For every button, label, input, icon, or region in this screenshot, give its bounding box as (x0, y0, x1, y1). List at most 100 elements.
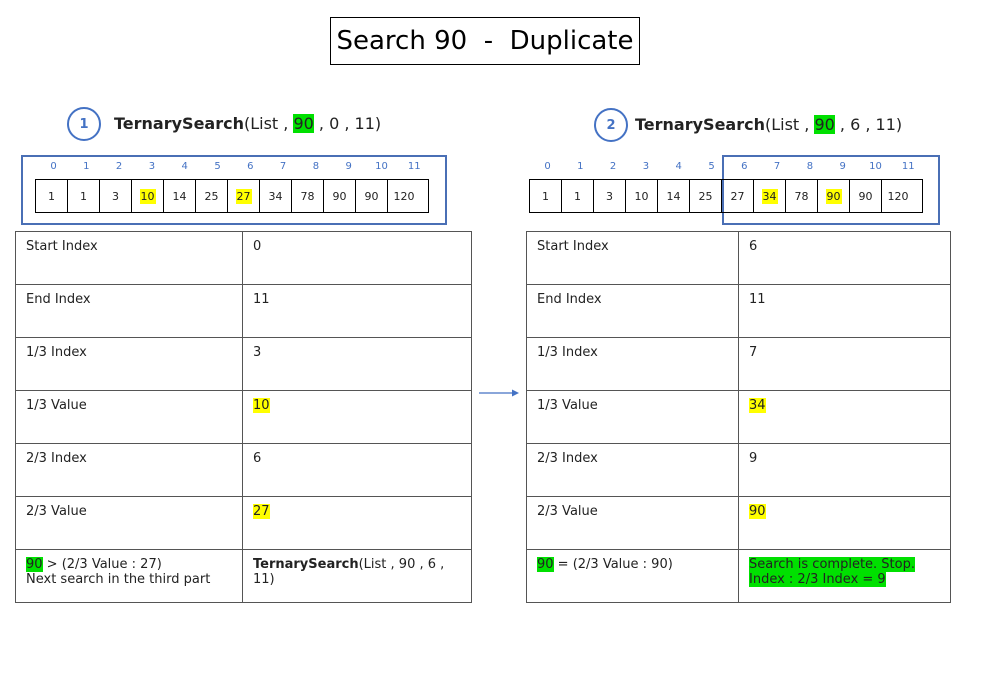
condition-target: 90 (26, 557, 43, 572)
row-label: 2/3 Value (15, 496, 243, 550)
array-cell: 34 (260, 180, 292, 212)
array-cell: 90 (818, 180, 850, 212)
array-cell: 27 (228, 180, 260, 212)
condition-target: 90 (537, 557, 554, 572)
array-index-label: 3 (642, 161, 650, 172)
step-2-table: Start Index 6 End Index 11 1/3 Index 7 1/3 Val… (526, 231, 951, 603)
row-label: End Index (15, 284, 243, 338)
step-1-table: Start Index 0 End Index 11 1/3 Index 3 1/3 Val… (15, 231, 472, 603)
array-cell-value: 78 (300, 189, 315, 203)
array-cell-value: 25 (698, 189, 713, 203)
array-index-label: 9 (345, 161, 352, 172)
array-index-label: 0 (50, 161, 57, 172)
row-label: 2/3 Index (526, 443, 739, 497)
array-cell-value: 14 (666, 189, 681, 203)
call-function-name: TernarySearch (114, 114, 244, 133)
array-cell: 3 (594, 180, 626, 212)
step-2-call: TernarySearch(List , 90 , 6 , 11) (635, 115, 902, 134)
array-cell-value: 1 (542, 189, 549, 203)
array-index-label: 11 (901, 161, 915, 172)
array-cell-value: 25 (204, 189, 219, 203)
array-index-label: 2 (115, 161, 123, 172)
row-value: 3 (253, 345, 262, 360)
table-row: 2/3 Index 6 (15, 443, 472, 497)
row-value-cell: 6 (242, 443, 472, 497)
result-line-2: Index : 2/3 Index = 9 (749, 572, 886, 587)
array-cell: 34 (754, 180, 786, 212)
table-row: 1/3 Value 34 (526, 390, 951, 444)
array-index-label: 8 (806, 161, 814, 172)
table-row: Start Index 6 (526, 231, 951, 285)
table-row: 1/3 Value 10 (15, 390, 472, 444)
array-cell: 3 (100, 180, 132, 212)
array-cell-value: 14 (172, 189, 187, 203)
array-index-label: 6 (247, 161, 254, 172)
table-row: 2/3 Index 9 (526, 443, 951, 497)
table-row: Start Index 0 (15, 231, 472, 285)
array-cell-value: 90 (364, 189, 379, 203)
array-index-label: 4 (181, 161, 188, 172)
row-value: 11 (253, 292, 270, 307)
row-value: 0 (253, 239, 262, 254)
array-cell: 120 (882, 180, 914, 212)
row-label: Start Index (15, 231, 243, 285)
array-index-label: 6 (741, 161, 748, 172)
row-value-cell: 90 (738, 496, 951, 550)
array-index-label: 10 (375, 161, 388, 172)
array-cell: 10 (132, 180, 164, 212)
table-row: End Index 11 (15, 284, 472, 338)
diagram-title: Search 90 - Duplicate (330, 17, 640, 65)
row-value-cell: 11 (738, 284, 951, 338)
array-index-label: 4 (675, 161, 682, 172)
step-2-array: 1 1 3 10 14 25 27 34 78 90 90 120 (529, 179, 923, 213)
row-label: 1/3 Index (15, 337, 243, 391)
array-cell: 78 (292, 180, 324, 212)
next-call-function: TernarySearch (253, 557, 359, 572)
condition-cell: 90 = (2/3 Value : 90) (526, 549, 739, 603)
row-value: 6 (749, 239, 758, 254)
step-1-footer-row: 90 > (2/3 Value : 27) Next search in the … (15, 549, 472, 603)
table-row: 2/3 Value 27 (15, 496, 472, 550)
row-value: 27 (253, 504, 270, 519)
condition-note: Next search in the third part (26, 572, 211, 587)
array-cell-value: 90 (332, 189, 347, 203)
row-value-cell: 10 (242, 390, 472, 444)
row-label: 1/3 Index (526, 337, 739, 391)
array-index-label: 8 (312, 161, 320, 172)
row-value: 9 (749, 451, 758, 466)
array-index-label: 5 (214, 161, 221, 172)
row-value-cell: 3 (242, 337, 472, 391)
array-cell-value: 1 (80, 189, 87, 203)
array-cell-value: 78 (794, 189, 809, 203)
result-line-1: Search is complete. Stop. (749, 557, 915, 572)
row-value-cell: 0 (242, 231, 472, 285)
array-index-label: 0 (544, 161, 551, 172)
array-cell: 120 (388, 180, 420, 212)
array-cell: 14 (658, 180, 690, 212)
step-1-array: 1 1 3 10 14 25 27 34 78 90 90 120 (35, 179, 429, 213)
row-label: Start Index (526, 231, 739, 285)
row-value-cell: 34 (738, 390, 951, 444)
array-cell-value: 90 (825, 188, 842, 204)
array-index-label: 1 (83, 161, 90, 172)
row-value: 11 (749, 292, 766, 307)
row-label: 1/3 Value (526, 390, 739, 444)
next-call-cell: TernarySearch(List , 90 , 6 , 11) (242, 549, 472, 603)
array-cell-value: 1 (48, 189, 55, 203)
table-row: 2/3 Value 90 (526, 496, 951, 550)
array-cell: 90 (324, 180, 356, 212)
row-value: 7 (749, 345, 758, 360)
result-cell: Search is complete. Stop. Index : 2/3 Ind… (738, 549, 951, 603)
row-value-cell: 11 (242, 284, 472, 338)
array-index-label: 7 (773, 161, 781, 172)
array-cell-value: 34 (268, 189, 283, 203)
row-value: 6 (253, 451, 262, 466)
row-label: End Index (526, 284, 739, 338)
row-label: 2/3 Value (526, 496, 739, 550)
condition-text: = (2/3 Value : 90) (553, 557, 673, 572)
call-rest: , 0 , 11) (313, 114, 382, 133)
condition-text: > (2/3 Value : 27) (42, 557, 162, 572)
array-cell: 90 (850, 180, 882, 212)
step-1-call: TernarySearch(List , 90 , 0 , 11) (114, 114, 381, 133)
array-cell-value: 27 (235, 188, 252, 204)
